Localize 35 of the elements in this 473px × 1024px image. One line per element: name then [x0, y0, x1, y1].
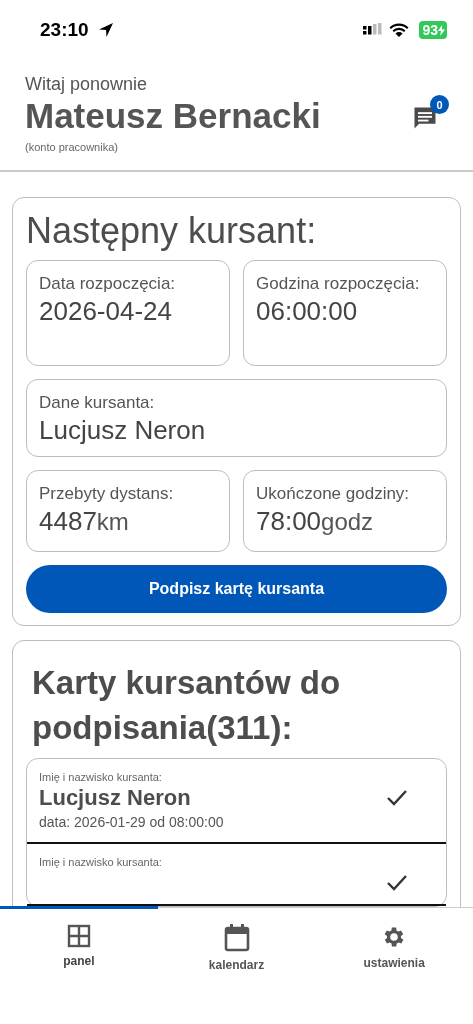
- message-count-badge: 0: [430, 95, 449, 114]
- field-value: 78:00godz: [256, 506, 375, 537]
- messages-button[interactable]: 0: [411, 95, 449, 135]
- battery-indicator: 93: [419, 21, 447, 39]
- checkmark-icon[interactable]: [386, 874, 408, 893]
- status-time: 23:10: [40, 19, 89, 41]
- field-label: Data rozpoczęcia:: [39, 274, 177, 294]
- location-arrow-icon: [96, 21, 115, 39]
- card-title: Następny kursant:: [26, 210, 318, 252]
- account-type-text: (konto pracownika): [25, 141, 119, 153]
- session-date: data: 2026-01-29 od 08:00:00: [39, 814, 225, 831]
- greeting-text: Witaj ponownie: [25, 74, 149, 95]
- field-value: 4487km: [39, 506, 130, 537]
- field-label: Ukończone godziny:: [256, 484, 411, 504]
- field-value: 06:00:00: [256, 296, 359, 327]
- calendar-icon: [223, 924, 250, 952]
- student-name: Lucjusz Neron: [39, 785, 192, 812]
- wifi-icon: [389, 22, 410, 38]
- field-value: 2026-04-24: [39, 296, 173, 327]
- item-label: Imię i nazwisko kursanta:: [39, 856, 163, 869]
- field-label: Dane kursanta:: [39, 393, 156, 413]
- nav-tab[interactable]: kalendarz: [157, 908, 316, 1024]
- field-label: Godzina rozpoczęcia:: [256, 274, 421, 294]
- nav-tab[interactable]: ustawienia: [315, 908, 473, 1024]
- item-label: Imię i nazwisko kursanta:: [39, 771, 163, 784]
- user-name: Mateusz Bernacki: [25, 95, 322, 137]
- sign-card-button[interactable]: Podpisz kartę kursanta: [26, 565, 447, 613]
- grid-icon: [66, 924, 91, 948]
- field-value: Lucjusz Neron: [39, 415, 207, 446]
- card-title: Karty kursantów do podpisania(311):: [32, 663, 342, 748]
- student-card-item[interactable]: Imię i nazwisko kursanta: Lucjusz Neron data: 2026-01-29 od 08:00:00: [27, 759, 446, 845]
- checkmark-icon[interactable]: [386, 789, 408, 808]
- signal-icon: [363, 23, 384, 37]
- field-label: Przebyty dystans:: [39, 484, 175, 504]
- nav-tab[interactable]: panel: [0, 908, 158, 1024]
